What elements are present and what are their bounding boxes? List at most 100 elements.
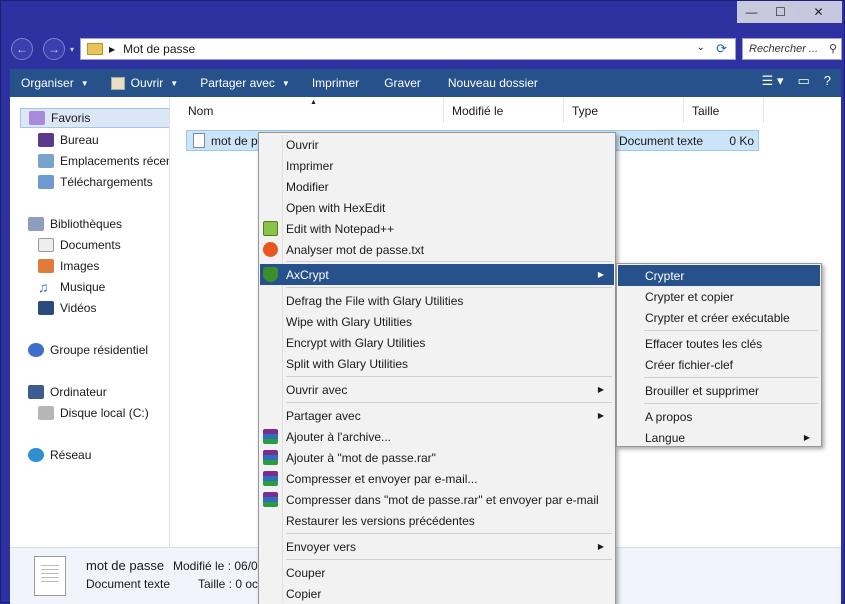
nav-documents[interactable]: Documents: [38, 235, 121, 255]
menu-item-edit-notepadpp[interactable]: Edit with Notepad++: [260, 218, 614, 239]
nav-videos[interactable]: Vidéos: [38, 298, 96, 318]
nav-homegroup[interactable]: Groupe résidentiel: [28, 340, 148, 360]
menu-separator: [644, 330, 818, 331]
caret-down-icon: ▼: [281, 78, 290, 88]
menu-separator: [644, 403, 818, 404]
breadcrumb-chevron-icon[interactable]: ▶: [109, 45, 115, 54]
menu-item-send-to[interactable]: Envoyer vers ▶: [260, 536, 614, 557]
search-input[interactable]: Rechercher ... ⚲: [742, 38, 842, 60]
new-folder-button[interactable]: Nouveau dossier: [432, 69, 549, 97]
nav-computer[interactable]: Ordinateur: [28, 382, 107, 402]
column-header-size[interactable]: Taille: [684, 97, 764, 123]
view-controls: ☰ ▾ ▭ ?: [762, 73, 831, 89]
menu-item-compress-email[interactable]: Compresser et envoyer par e-mail...: [260, 468, 614, 489]
menu-item-copy[interactable]: Copier: [260, 583, 614, 604]
open-button[interactable]: Ouvrir ▼: [100, 69, 190, 97]
menu-item-compress-rar-email[interactable]: Compresser dans "mot de passe.rar" et en…: [260, 489, 614, 510]
nav-network[interactable]: Réseau: [28, 445, 91, 465]
text-file-icon: [193, 133, 205, 148]
recent-locations-button[interactable]: ▾: [67, 38, 77, 60]
explorer-window: — ☐ ✕ ← → ▾ ▶ Mot de passe ⌄ ⟳ Recherche…: [0, 0, 845, 604]
antivirus-icon: [263, 242, 278, 257]
menu-item-edit[interactable]: Modifier: [260, 176, 614, 197]
music-note-icon: ♫: [38, 279, 49, 295]
caret-down-icon: ▼: [80, 78, 89, 88]
nav-pictures[interactable]: Images: [38, 256, 99, 276]
minimize-button[interactable]: —: [737, 1, 766, 23]
menu-item-open-with[interactable]: Ouvrir avec ▶: [260, 379, 614, 400]
forward-arrow-icon: →: [48, 42, 60, 56]
computer-icon: [28, 385, 44, 399]
help-icon[interactable]: ?: [824, 73, 831, 89]
network-icon: [28, 448, 44, 462]
nav-desktop[interactable]: Bureau: [38, 130, 99, 150]
menu-item-axcrypt[interactable]: AxCrypt ▶: [260, 264, 614, 285]
nav-libraries[interactable]: Bibliothèques: [28, 214, 122, 234]
nav-favorites[interactable]: Favoris: [20, 108, 169, 128]
homegroup-icon: [28, 343, 44, 357]
recent-places-icon: [38, 154, 54, 168]
column-headers: Nom Modifié le Type Taille: [180, 97, 764, 123]
navigation-pane: Favoris Bureau Emplacements récents Télé…: [10, 97, 170, 547]
organize-button[interactable]: Organiser ▼: [10, 69, 100, 97]
axcrypt-submenu: Crypter Crypter et copier Crypter et cré…: [616, 263, 822, 447]
view-options-icon[interactable]: ☰ ▾: [762, 73, 784, 89]
menu-separator: [286, 533, 612, 534]
menu-item-add-rar[interactable]: Ajouter à "mot de passe.rar": [260, 447, 614, 468]
menu-separator: [286, 261, 612, 262]
column-header-modified[interactable]: Modifié le: [444, 97, 564, 123]
menu-item-shred-delete[interactable]: Brouiller et supprimer: [618, 380, 820, 401]
menu-item-language[interactable]: Langue ▶: [618, 427, 820, 448]
desktop-icon: [38, 133, 54, 147]
menu-item-glary-encrypt[interactable]: Encrypt with Glary Utilities: [260, 332, 614, 353]
maximize-button[interactable]: ☐: [766, 1, 795, 23]
menu-item-glary-defrag[interactable]: Defrag the File with Glary Utilities: [260, 290, 614, 311]
menu-item-open-hexedit[interactable]: Open with HexEdit: [260, 197, 614, 218]
menu-item-restore-versions[interactable]: Restaurer les versions précédentes: [260, 510, 614, 531]
caret-down-icon: ▼: [170, 78, 179, 88]
notepadpp-icon: [263, 221, 278, 236]
forward-button[interactable]: →: [43, 38, 65, 60]
nav-music[interactable]: ♫ Musique: [38, 277, 105, 297]
menu-item-add-archive[interactable]: Ajouter à l'archive...: [260, 426, 614, 447]
menu-item-encrypt-executable[interactable]: Crypter et créer exécutable: [618, 307, 820, 328]
share-with-button[interactable]: Partager avec ▼: [189, 69, 301, 97]
menu-item-cut[interactable]: Couper: [260, 562, 614, 583]
submenu-arrow-icon: ▶: [597, 270, 604, 279]
menu-item-create-keyfile[interactable]: Créer fichier-clef: [618, 354, 820, 375]
address-bar[interactable]: ▶ Mot de passe ⌄ ⟳: [80, 38, 736, 60]
search-placeholder: Rechercher ...: [749, 43, 819, 55]
print-button[interactable]: Imprimer: [301, 69, 370, 97]
winrar-icon: [263, 450, 278, 465]
menu-item-clear-keys[interactable]: Effacer toutes les clés: [618, 333, 820, 354]
menu-item-share-with[interactable]: Partager avec ▶: [260, 405, 614, 426]
column-header-type[interactable]: Type: [564, 97, 684, 123]
menu-item-analyze[interactable]: Analyser mot de passe.txt: [260, 239, 614, 260]
notepad-icon: [110, 76, 125, 90]
nav-local-disk[interactable]: Disque local (C:): [38, 403, 149, 423]
back-button[interactable]: ←: [11, 38, 33, 60]
refresh-icon[interactable]: ⟳: [716, 41, 727, 57]
nav-recent-places[interactable]: Emplacements récents: [38, 151, 169, 171]
menu-separator: [286, 287, 612, 288]
submenu-arrow-icon: ▶: [803, 433, 810, 442]
burn-button[interactable]: Graver: [370, 69, 432, 97]
documents-icon: [38, 238, 54, 252]
column-header-name[interactable]: Nom: [180, 97, 444, 123]
nav-downloads[interactable]: Téléchargements: [38, 172, 153, 192]
search-icon[interactable]: ⚲: [829, 42, 837, 55]
menu-item-encrypt-copy[interactable]: Crypter et copier: [618, 286, 820, 307]
menu-item-glary-wipe[interactable]: Wipe with Glary Utilities: [260, 311, 614, 332]
menu-item-encrypt[interactable]: Crypter: [618, 265, 820, 286]
breadcrumb[interactable]: Mot de passe: [123, 42, 195, 56]
menu-item-about[interactable]: A propos: [618, 406, 820, 427]
winrar-icon: [263, 492, 278, 507]
preview-pane-icon[interactable]: ▭: [797, 73, 809, 89]
menu-item-print[interactable]: Imprimer: [260, 155, 614, 176]
menu-item-open[interactable]: Ouvrir: [260, 134, 614, 155]
chevron-down-icon[interactable]: ⌄: [697, 42, 705, 53]
menu-item-glary-split[interactable]: Split with Glary Utilities: [260, 353, 614, 374]
details-file-name: mot de passe: [86, 558, 165, 573]
close-button[interactable]: ✕: [795, 1, 842, 23]
file-type: Document texte: [619, 133, 704, 148]
